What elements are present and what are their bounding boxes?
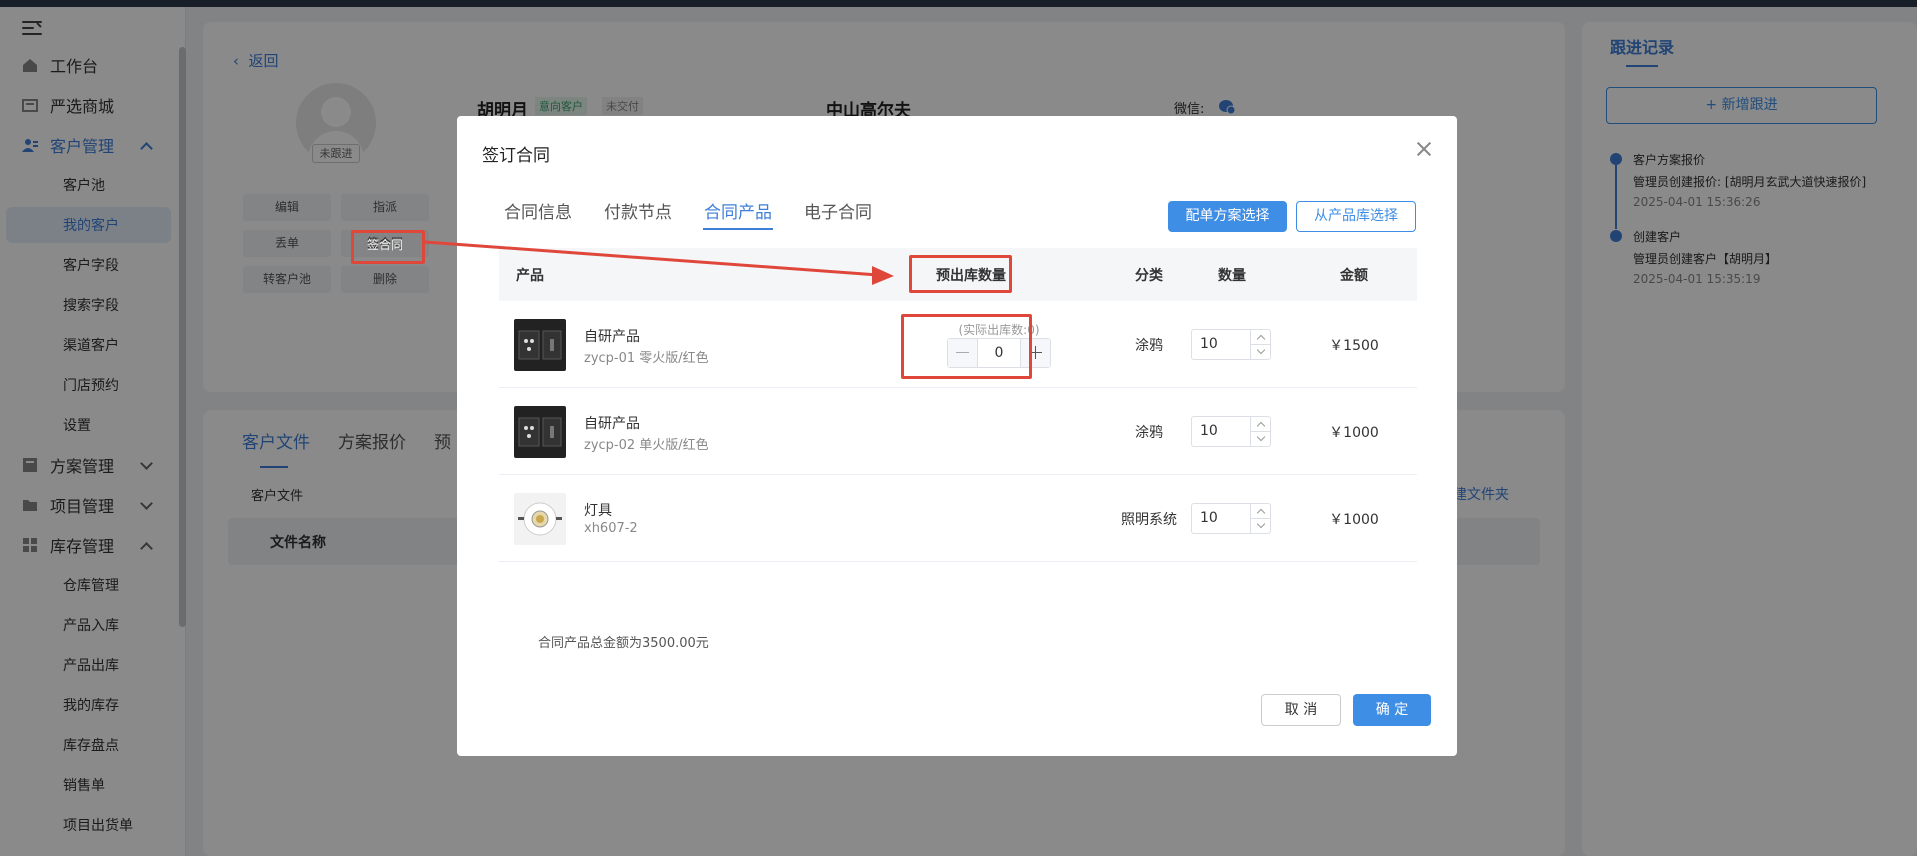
scheme-select-button[interactable]: 配单方案选择 bbox=[1168, 201, 1287, 232]
quantity-input[interactable]: 10 bbox=[1191, 416, 1271, 447]
quantity-input[interactable]: 10 bbox=[1191, 503, 1271, 534]
modal-title: 签订合同 bbox=[482, 146, 550, 166]
cancel-button[interactable]: 取 消 bbox=[1261, 694, 1341, 726]
chevron-up-icon[interactable] bbox=[1250, 504, 1270, 519]
tab-contract-products[interactable]: 合同产品 bbox=[704, 198, 772, 223]
product-sku: zycp-01 零火版/红色 bbox=[584, 351, 709, 366]
product-image bbox=[514, 406, 566, 458]
tab-contract-info[interactable]: 合同信息 bbox=[504, 198, 572, 223]
product-name: 自研产品 bbox=[584, 329, 640, 345]
col-product: 产品 bbox=[516, 268, 544, 284]
table-row: 灯具 xh607-2 照明系统 10 ￥1000 bbox=[499, 475, 1417, 562]
chevron-down-icon[interactable] bbox=[1250, 519, 1270, 534]
quantity-value[interactable]: 10 bbox=[1200, 510, 1218, 526]
product-amount: ￥1500 bbox=[1329, 338, 1379, 354]
product-sku: zycp-02 单火版/红色 bbox=[584, 438, 709, 453]
product-amount: ￥1000 bbox=[1329, 425, 1379, 441]
chevron-up-icon[interactable] bbox=[1250, 330, 1270, 345]
product-name: 灯具 bbox=[584, 503, 612, 519]
quantity-value[interactable]: 10 bbox=[1200, 423, 1218, 439]
confirm-button[interactable]: 确 定 bbox=[1353, 694, 1431, 726]
chevron-down-icon[interactable] bbox=[1250, 432, 1270, 447]
table-row: 自研产品 zycp-02 单火版/红色 涂鸦 10 ￥1000 bbox=[499, 388, 1417, 475]
product-name: 自研产品 bbox=[584, 416, 640, 432]
total-amount-text: 合同产品总金额为3500.00元 bbox=[538, 636, 709, 651]
product-sku: xh607-2 bbox=[584, 521, 638, 536]
sign-contract-label: 签合同 bbox=[367, 238, 404, 252]
pre-out-column-highlight bbox=[909, 255, 1012, 293]
chevron-up-icon[interactable] bbox=[1250, 417, 1270, 432]
active-tab-underline bbox=[703, 228, 773, 230]
sign-contract-modal: 签订合同 合同信息 付款节点 合同产品 电子合同 配单方案选择 从产品库选择 产… bbox=[457, 116, 1457, 756]
library-select-button[interactable]: 从产品库选择 bbox=[1296, 201, 1416, 232]
col-amount: 金额 bbox=[1340, 268, 1368, 284]
tab-payment-nodes[interactable]: 付款节点 bbox=[604, 198, 672, 223]
product-image bbox=[514, 493, 566, 545]
pre-out-stepper-highlight bbox=[901, 314, 1032, 379]
product-amount: ￥1000 bbox=[1329, 512, 1379, 528]
quantity-value[interactable]: 10 bbox=[1200, 336, 1218, 352]
product-image bbox=[514, 319, 566, 371]
quantity-input[interactable]: 10 bbox=[1191, 329, 1271, 360]
chevron-down-icon[interactable] bbox=[1250, 345, 1270, 360]
col-quantity: 数量 bbox=[1218, 268, 1246, 284]
close-icon[interactable] bbox=[1415, 140, 1433, 158]
tab-e-contract[interactable]: 电子合同 bbox=[804, 198, 872, 223]
